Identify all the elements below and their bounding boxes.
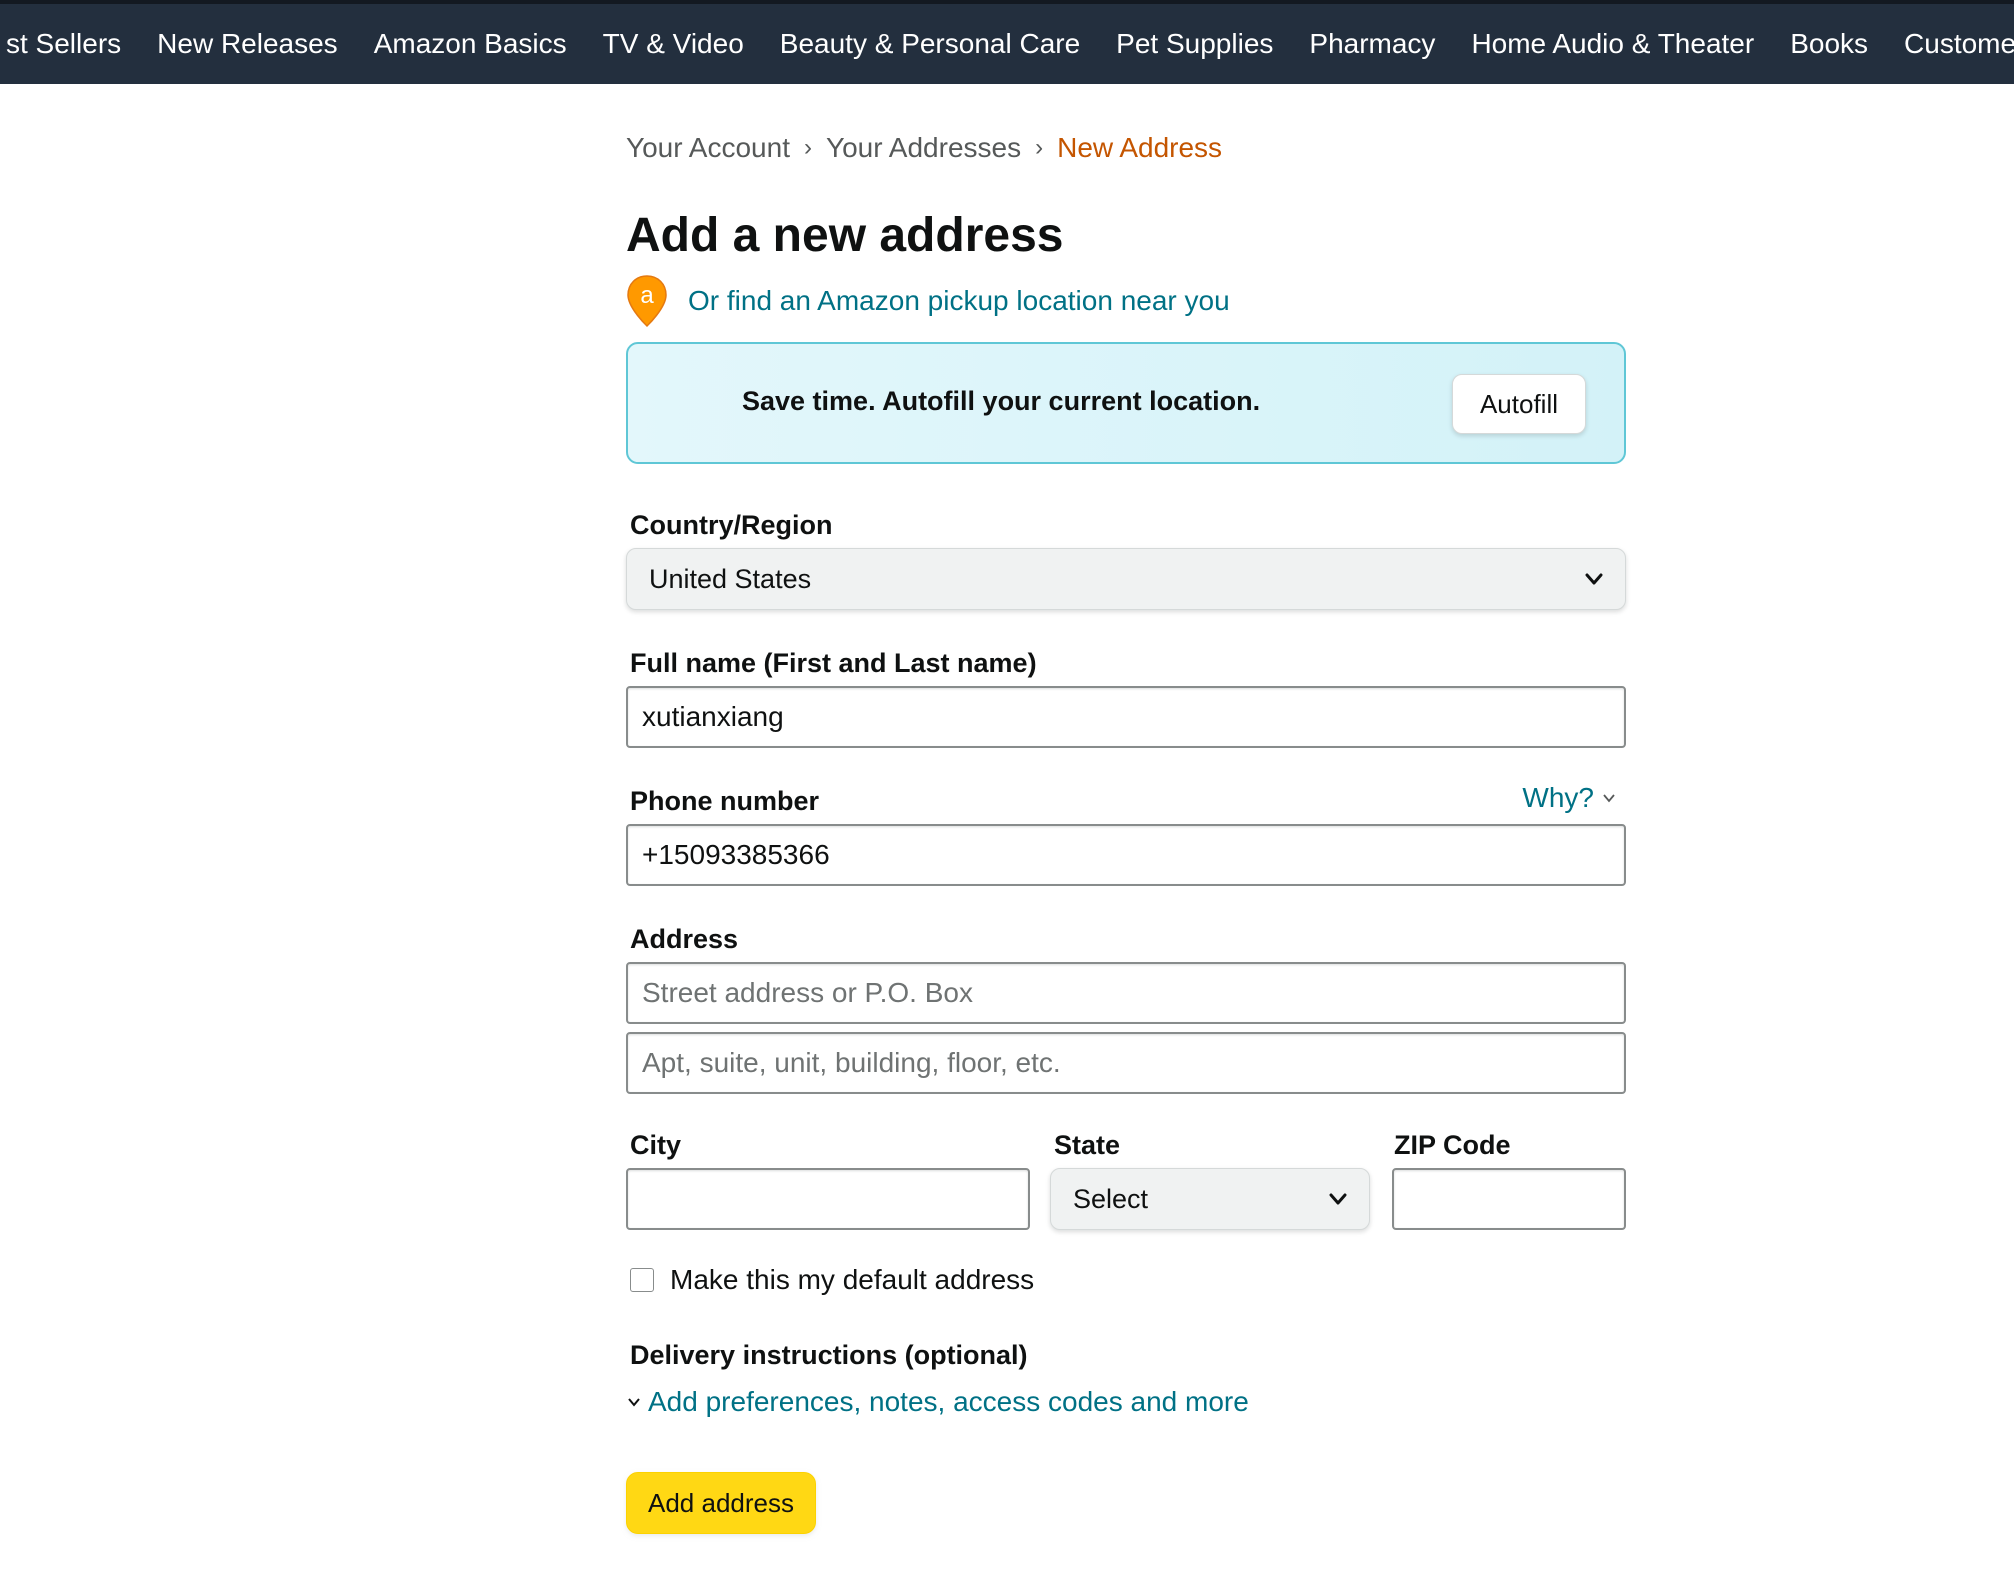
chevron-down-icon bbox=[1585, 573, 1603, 585]
fullname-label: Full name (First and Last name) bbox=[630, 648, 1037, 678]
nav-item-new-releases[interactable]: New Releases bbox=[139, 4, 356, 84]
pickup-pin-letter: a bbox=[640, 282, 654, 309]
chevron-down-icon bbox=[1329, 1193, 1347, 1205]
nav-item-pet-supplies[interactable]: Pet Supplies bbox=[1098, 4, 1291, 84]
state-select[interactable]: Select bbox=[1050, 1168, 1370, 1230]
chevron-down-icon bbox=[1603, 794, 1615, 803]
amazon-pickup-pin-icon: a bbox=[626, 274, 668, 328]
zip-input[interactable] bbox=[1392, 1168, 1626, 1230]
nav-item-beauty[interactable]: Beauty & Personal Care bbox=[762, 4, 1098, 84]
zip-label: ZIP Code bbox=[1394, 1130, 1511, 1160]
phone-why-link[interactable]: Why? bbox=[1522, 782, 1616, 814]
breadcrumb-separator: › bbox=[1035, 134, 1044, 161]
nav-item-tv-video[interactable]: TV & Video bbox=[585, 4, 762, 84]
fullname-input[interactable]: xutianxiang bbox=[626, 686, 1626, 748]
top-nav-bar: st Sellers New Releases Amazon Basics TV… bbox=[0, 0, 2014, 84]
breadcrumb-separator: › bbox=[803, 134, 812, 161]
autofill-text: Save time. Autofill your current locatio… bbox=[742, 386, 1261, 416]
address-label: Address bbox=[630, 924, 739, 954]
default-address-checkbox[interactable] bbox=[630, 1268, 654, 1292]
nav-item-best-sellers[interactable]: st Sellers bbox=[0, 4, 139, 84]
nav-item-customer-service[interactable]: Customer S bbox=[1886, 4, 2014, 84]
breadcrumb: Your Account › Your Addresses › New Addr… bbox=[626, 132, 1222, 164]
city-input[interactable] bbox=[626, 1168, 1030, 1230]
country-select-value: United States bbox=[649, 563, 812, 594]
country-label: Country/Region bbox=[630, 510, 833, 540]
breadcrumb-your-account[interactable]: Your Account bbox=[626, 132, 790, 164]
state-label: State bbox=[1054, 1130, 1121, 1160]
delivery-instructions-label: Delivery instructions (optional) bbox=[630, 1340, 1028, 1370]
pickup-location-row: a Or find an Amazon pickup location near… bbox=[626, 274, 1230, 328]
breadcrumb-your-addresses[interactable]: Your Addresses bbox=[826, 132, 1021, 164]
add-address-button[interactable]: Add address bbox=[626, 1472, 816, 1534]
city-label: City bbox=[630, 1130, 682, 1160]
default-address-row[interactable]: Make this my default address bbox=[630, 1264, 1034, 1296]
country-select[interactable]: United States bbox=[626, 548, 1626, 610]
top-nav-items: st Sellers New Releases Amazon Basics TV… bbox=[0, 4, 2014, 84]
pickup-location-link[interactable]: Or find an Amazon pickup location near y… bbox=[688, 285, 1230, 317]
delivery-instructions-expander[interactable]: Add preferences, notes, access codes and… bbox=[626, 1386, 1249, 1418]
nav-item-amazon-basics[interactable]: Amazon Basics bbox=[356, 4, 585, 84]
phone-why-text: Why? bbox=[1522, 782, 1594, 813]
nav-item-books[interactable]: Books bbox=[1772, 4, 1886, 84]
address-line2-input[interactable]: Apt, suite, unit, building, floor, etc. bbox=[626, 1032, 1626, 1094]
breadcrumb-current: New Address bbox=[1057, 132, 1223, 163]
autofill-button[interactable]: Autofill bbox=[1452, 374, 1586, 434]
phone-label: Phone number bbox=[630, 786, 820, 816]
address-line1-input[interactable]: Street address or P.O. Box bbox=[626, 962, 1626, 1024]
delivery-instructions-link: Add preferences, notes, access codes and… bbox=[648, 1386, 1249, 1417]
state-select-value: Select bbox=[1073, 1183, 1149, 1214]
chevron-down-icon bbox=[628, 1398, 640, 1407]
autofill-banner: Save time. Autofill your current locatio… bbox=[626, 342, 1626, 464]
page-title: Add a new address bbox=[626, 209, 1064, 262]
phone-input[interactable]: +15093385366 bbox=[626, 824, 1626, 886]
nav-item-home-audio[interactable]: Home Audio & Theater bbox=[1453, 4, 1772, 84]
default-address-label: Make this my default address bbox=[670, 1264, 1035, 1295]
nav-item-pharmacy[interactable]: Pharmacy bbox=[1291, 4, 1453, 84]
